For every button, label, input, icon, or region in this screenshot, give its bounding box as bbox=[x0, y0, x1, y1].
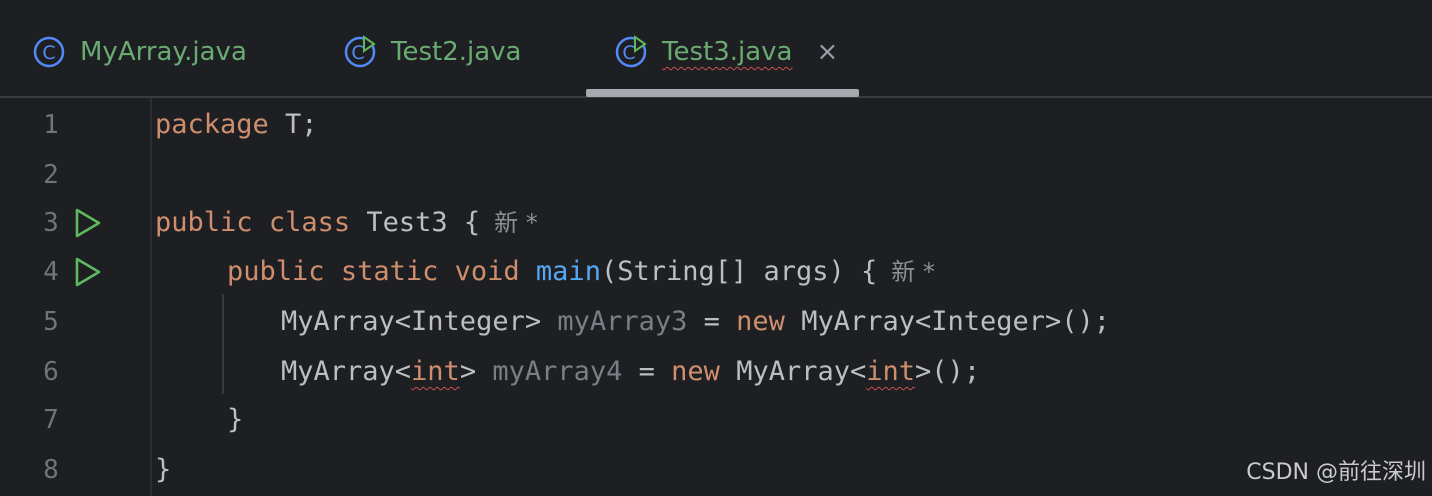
code-text: = bbox=[622, 356, 672, 387]
keyword: package bbox=[155, 109, 269, 140]
gutter-line: 8 bbox=[0, 445, 140, 495]
tab-test3-java[interactable]: C Test3.java × bbox=[614, 26, 838, 78]
closing-brace: } bbox=[227, 404, 244, 435]
code-text: MyArray<Integer>(); bbox=[784, 306, 1111, 337]
code-editor[interactable]: 1 2 3 4 5 6 7 8 package T; public class … bbox=[0, 98, 1432, 496]
keyword: static bbox=[340, 256, 439, 287]
svg-text:C: C bbox=[351, 42, 364, 64]
code-text: MyArray<Integer> bbox=[281, 306, 558, 337]
line-number: 8 bbox=[43, 455, 59, 485]
gutter-line: 4 bbox=[0, 247, 140, 297]
code-line-7[interactable]: } bbox=[227, 395, 243, 445]
svg-text:C: C bbox=[622, 42, 635, 64]
gutter-line: 7 bbox=[0, 395, 140, 445]
unused-variable: myArray3 bbox=[557, 306, 688, 337]
keyword: new bbox=[671, 356, 720, 387]
error-token[interactable]: int bbox=[411, 356, 460, 387]
keyword: new bbox=[736, 306, 785, 337]
svg-text:C: C bbox=[42, 42, 55, 64]
keyword: void bbox=[454, 256, 520, 287]
tab-test2-java[interactable]: C Test2.java bbox=[343, 26, 521, 78]
java-runnable-class-icon: C bbox=[344, 35, 376, 68]
keyword: public bbox=[227, 256, 325, 287]
tab-label: Test3.java bbox=[662, 37, 793, 67]
method-name: main bbox=[535, 256, 601, 287]
gutter-separator bbox=[150, 98, 152, 496]
tab-label: MyArray.java bbox=[80, 37, 247, 67]
code-text: MyArray< bbox=[719, 356, 867, 387]
line-number: 7 bbox=[43, 405, 59, 435]
java-class-icon: C bbox=[33, 36, 65, 68]
indent-guide bbox=[222, 294, 224, 394]
tab-myarray-java[interactable]: C MyArray.java bbox=[32, 26, 247, 78]
active-tab-indicator bbox=[586, 89, 859, 97]
keyword: public bbox=[155, 207, 253, 238]
run-main-icon[interactable] bbox=[72, 256, 104, 288]
code-text: > bbox=[459, 356, 493, 387]
java-runnable-class-icon: C bbox=[615, 35, 647, 68]
code-line-3[interactable]: public class Test3 { 新 * bbox=[155, 198, 538, 248]
gutter-line: 2 bbox=[0, 150, 140, 200]
code-text: = bbox=[687, 306, 737, 337]
run-class-icon[interactable] bbox=[72, 207, 104, 239]
author-hint[interactable]: 新 * bbox=[891, 258, 935, 286]
code-text: >(); bbox=[915, 356, 981, 387]
tab-label: Test2.java bbox=[391, 37, 522, 67]
line-number: 5 bbox=[43, 307, 59, 337]
gutter-line: 3 bbox=[0, 198, 140, 248]
line-number: 1 bbox=[43, 110, 59, 140]
error-token[interactable]: int bbox=[866, 356, 915, 387]
author-hint[interactable]: 新 * bbox=[494, 209, 538, 237]
gutter-line: 6 bbox=[0, 347, 140, 397]
line-number: 6 bbox=[43, 357, 59, 387]
code-text: T; bbox=[268, 109, 318, 140]
close-tab-icon[interactable]: × bbox=[816, 39, 838, 65]
code-text: MyArray< bbox=[281, 356, 412, 387]
watermark: CSDN @前往深圳 bbox=[1246, 460, 1426, 485]
gutter-line: 5 bbox=[0, 297, 140, 347]
line-number: 2 bbox=[43, 160, 59, 190]
unused-variable: myArray4 bbox=[492, 356, 623, 387]
code-line-8[interactable]: } bbox=[155, 445, 171, 495]
code-line-4[interactable]: public static void main(String[] args) {… bbox=[227, 247, 935, 297]
closing-brace: } bbox=[155, 454, 172, 485]
code-line-6[interactable]: MyArray<int> myArray4 = new MyArray<int>… bbox=[281, 347, 980, 397]
code-line-1[interactable]: package T; bbox=[155, 100, 318, 150]
code-text: Test3 { bbox=[350, 207, 481, 238]
code-line-5[interactable]: MyArray<Integer> myArray3 = new MyArray<… bbox=[281, 297, 1110, 347]
line-number: 4 bbox=[43, 257, 59, 287]
keyword: class bbox=[268, 207, 351, 238]
gutter-line: 1 bbox=[0, 100, 140, 150]
code-text: (String[] args) { bbox=[600, 256, 878, 287]
line-number: 3 bbox=[43, 208, 59, 238]
editor-tab-bar: C MyArray.java C Test2.java C Test3.java… bbox=[0, 0, 1432, 98]
